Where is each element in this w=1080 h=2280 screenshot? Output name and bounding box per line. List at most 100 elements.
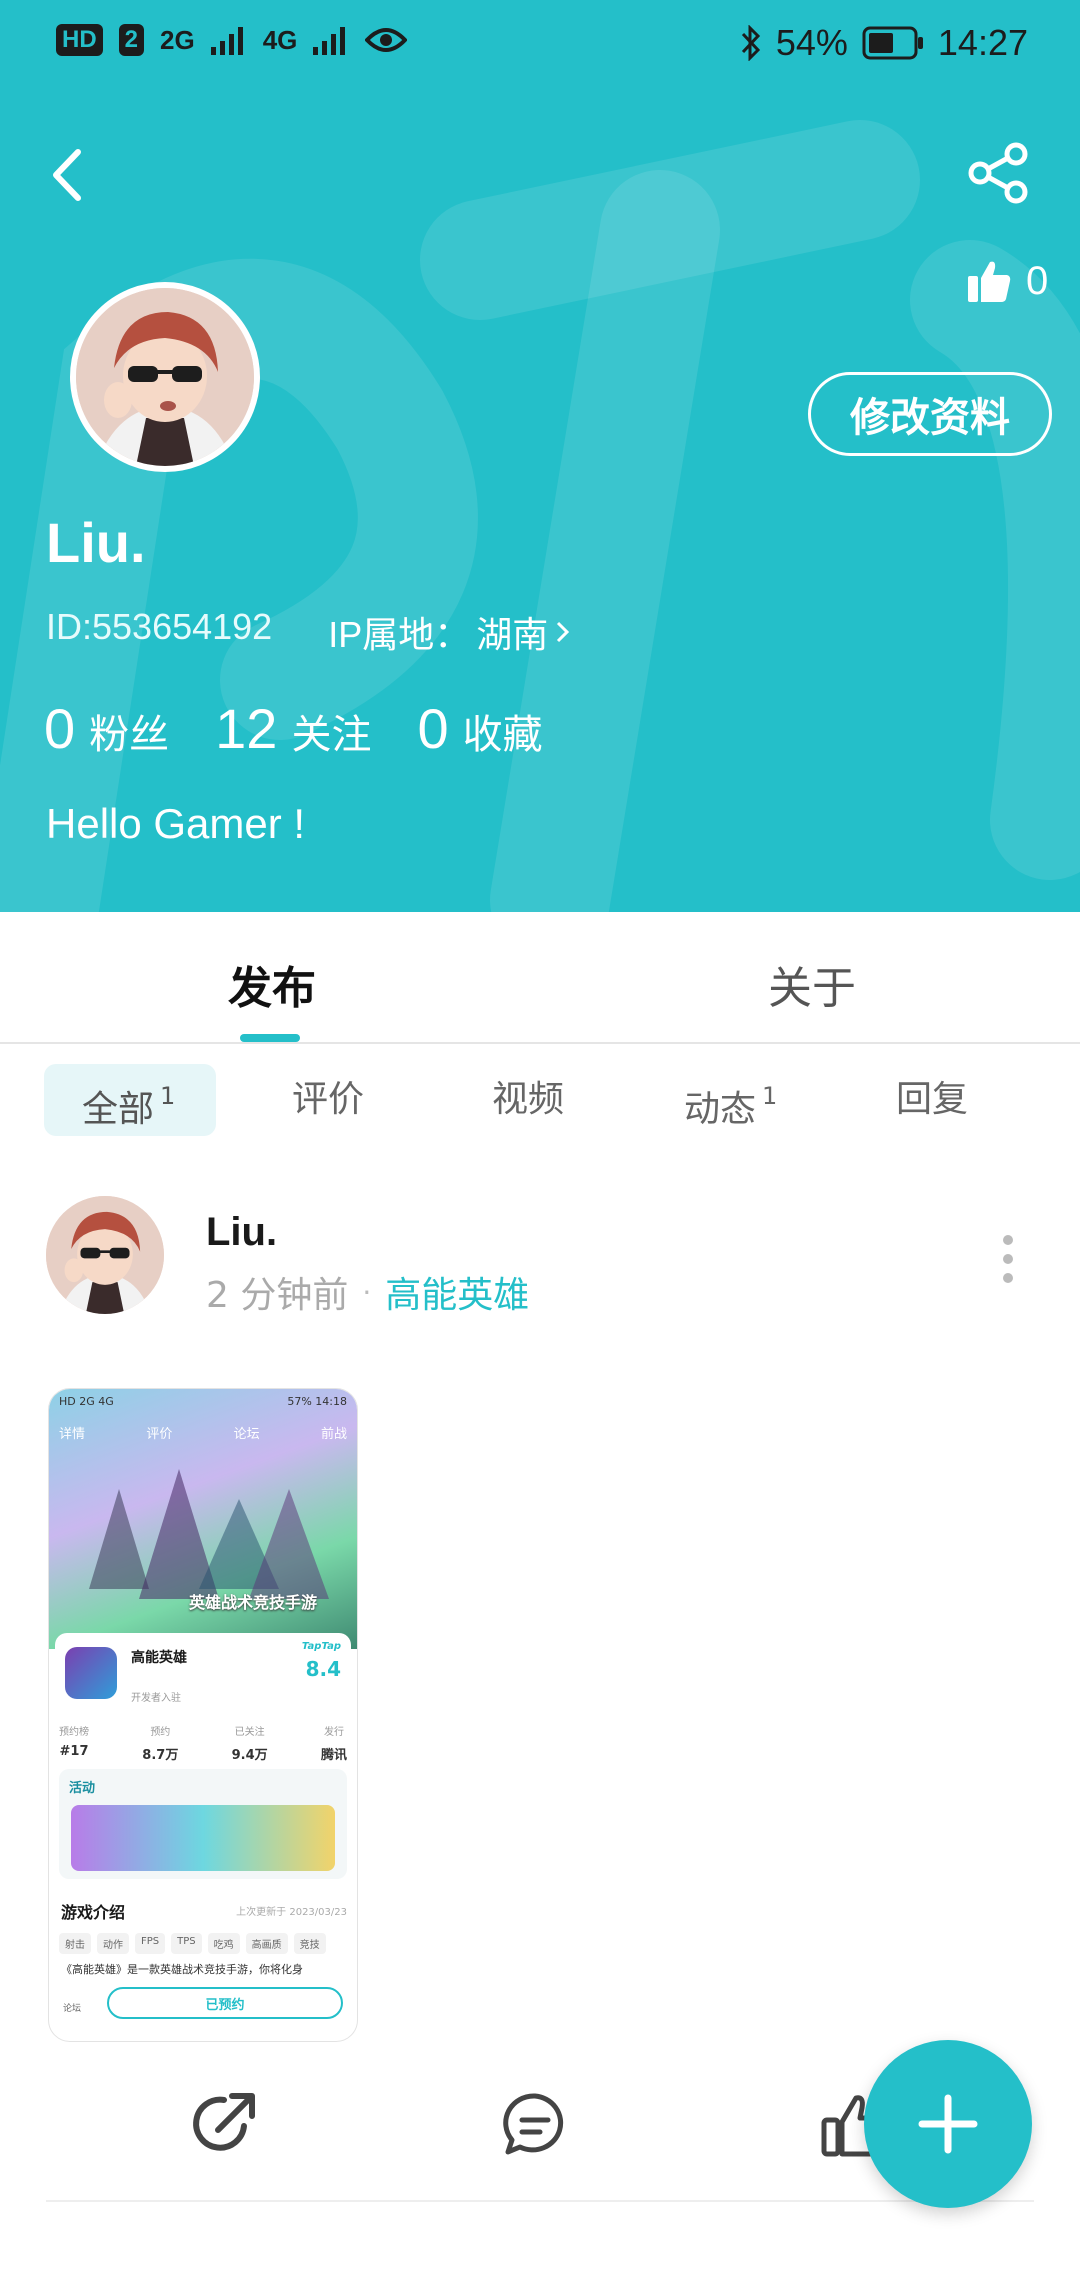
profile-username: Liu. [46,511,146,574]
stat-label: 发行 [323,1727,344,1738]
battery-icon [862,26,923,60]
stat-label: 粉丝 [89,713,170,757]
user-id: ID:553654192 [46,606,273,647]
filter-label: 视频 [492,1079,565,1120]
comment-icon[interactable] [500,2090,570,2160]
profile-header: HD 2 2G 4G 54% 14:27 0 修改资料 Liu. ID:5536… [0,0,1080,912]
signal-icon [210,27,243,55]
screenshot-intro-title: 游戏介绍 [61,1903,126,1922]
screenshot-status-bar: HD 2G 4G 57% 14:18 [59,1395,347,1408]
post-author-name[interactable]: Liu. [206,1210,277,1255]
chevron-right-icon [557,621,570,643]
stat-label: 收藏 [462,713,543,757]
filter-label: 回复 [896,1079,969,1120]
tag: 竞技 [293,1933,326,1954]
screenshot-activity: 活动 [59,1769,347,1879]
stat-label: 预约榜 [59,1727,89,1738]
more-vertical-icon[interactable] [1000,1234,1016,1284]
stat-value: 8.7万 [142,1748,179,1763]
post-divider [46,2200,1034,2202]
screenshot-banner-art: HD 2G 4G 57% 14:18 详情 评价 论坛 前战 英雄战术竞技手游 [49,1389,357,1649]
screenshot-reserved-button: 已预约 [107,1987,343,2019]
taptap-watermark [0,120,1080,912]
tab-publish[interactable]: 发布 [228,952,316,1016]
post-time: 2 分钟前 [206,1275,349,1316]
stat-number: 12 [215,697,278,760]
screenshot-activity-banner [71,1805,335,1871]
signal-icon [313,27,346,55]
filter-all[interactable]: 全部 1 [44,1064,216,1136]
screenshot-stat: 预约榜 #17 [59,1723,89,1763]
post-image[interactable]: HD 2G 4G 57% 14:18 详情 评价 论坛 前战 英雄战术竞技手游 … [48,1388,358,2042]
ip-value: 湖南 [476,614,549,655]
stat-value: 腾讯 [320,1748,347,1763]
avatar-image [46,1196,164,1314]
ip-location[interactable]: IP属地： 湖南 [328,606,572,658]
likes-count: 0 [1026,258,1049,303]
stat-following[interactable]: 12 关注 [215,696,371,761]
screenshot-developer: 开发者入驻 [131,1693,181,1704]
back-arrow-icon[interactable] [40,140,100,210]
profile-stats: 0 粉丝 12 关注 0 收藏 [44,696,589,761]
tag: 吃鸡 [207,1933,240,1954]
content-filters: 全部 1 评价 视频 动态 1 回复 [44,1064,1044,1136]
profile-avatar[interactable] [70,282,260,472]
stat-label: 关注 [291,713,372,757]
network-2g: 2G [160,24,195,55]
tag: FPS [135,1933,166,1954]
screenshot-status-right: 57% 14:18 [287,1395,347,1408]
share-icon[interactable] [966,140,1032,206]
share-arrow-icon[interactable] [190,2088,260,2158]
screenshot-activity-title: 活动 [69,1781,96,1796]
screenshot-score: 8.4 [305,1657,341,1681]
screenshot-status-left: HD 2G 4G [59,1395,114,1408]
profile-tabs: 发布 关于 [0,912,1080,1044]
tag: 动作 [97,1933,129,1954]
battery-percent: 54% [775,22,848,63]
ip-label: IP属地： [328,614,471,655]
profile-bio: Hello Gamer ! [46,800,306,847]
avatar-image [76,288,254,466]
clock: 14:27 [937,22,1028,63]
filter-feed[interactable]: 动态 1 [684,1064,777,1136]
filter-count: 1 [160,1082,176,1110]
network-4g: 4G [262,24,298,55]
filter-video[interactable]: 视频 [492,1064,564,1136]
create-post-button[interactable] [864,2040,1032,2208]
stat-value: 9.4万 [231,1748,268,1763]
screenshot-game-card: 高能英雄 开发者入驻 TapTap 8.4 [55,1633,351,1713]
screenshot-stat: 发行 腾讯 [321,1723,347,1763]
tag: 射击 [59,1933,91,1954]
screenshot-tags: 射击 动作 FPS TPS 吃鸡 高画质 竞技 [59,1933,347,1954]
screenshot-stat: 已关注 9.4万 [232,1723,268,1763]
sim-indicator: 2 [118,24,145,56]
tab-about[interactable]: 关于 [768,952,856,1016]
screenshot-description: 《高能英雄》是一款英雄战术竞技手游，你将化身 [61,1963,303,1976]
stat-favorites[interactable]: 0 收藏 [417,696,542,761]
screenshot-forum-label: 论坛 [63,2004,82,2014]
stat-value: #17 [59,1744,89,1759]
screenshot-score-label: TapTap [301,1641,341,1652]
filter-label: 动态 [684,1089,757,1130]
screenshot-banner-text: 英雄战术竞技手游 [189,1593,318,1612]
stat-number: 0 [417,697,449,760]
filter-reply[interactable]: 回复 [896,1064,968,1136]
game-icon [65,1647,117,1699]
status-bar: HD 2 2G 4G 54% 14:27 [0,0,1080,92]
screenshot-stats: 预约榜 #17 预约 8.7万 已关注 9.4万 发行腾讯 [59,1723,347,1763]
stat-label: 预约 [150,1727,171,1738]
filter-count: 1 [762,1082,778,1110]
profile-likes[interactable]: 0 [966,258,1048,304]
tag: TPS [171,1933,202,1954]
edit-profile-button[interactable]: 修改资料 [808,372,1052,456]
filter-label: 评价 [292,1079,365,1120]
plus-icon [918,2094,978,2154]
meta-separator: · [362,1275,372,1309]
screenshot-stat: 预约 8.7万 [142,1723,178,1763]
post-game-link[interactable]: 高能英雄 [385,1266,529,1318]
post-meta: 2 分钟前 · 高能英雄 [206,1266,529,1318]
filter-review[interactable]: 评价 [292,1064,364,1136]
post-author-avatar[interactable] [46,1196,164,1314]
post-header: Liu. 2 分钟前 · 高能英雄 [46,1196,1046,1316]
stat-fans[interactable]: 0 粉丝 [44,696,169,761]
